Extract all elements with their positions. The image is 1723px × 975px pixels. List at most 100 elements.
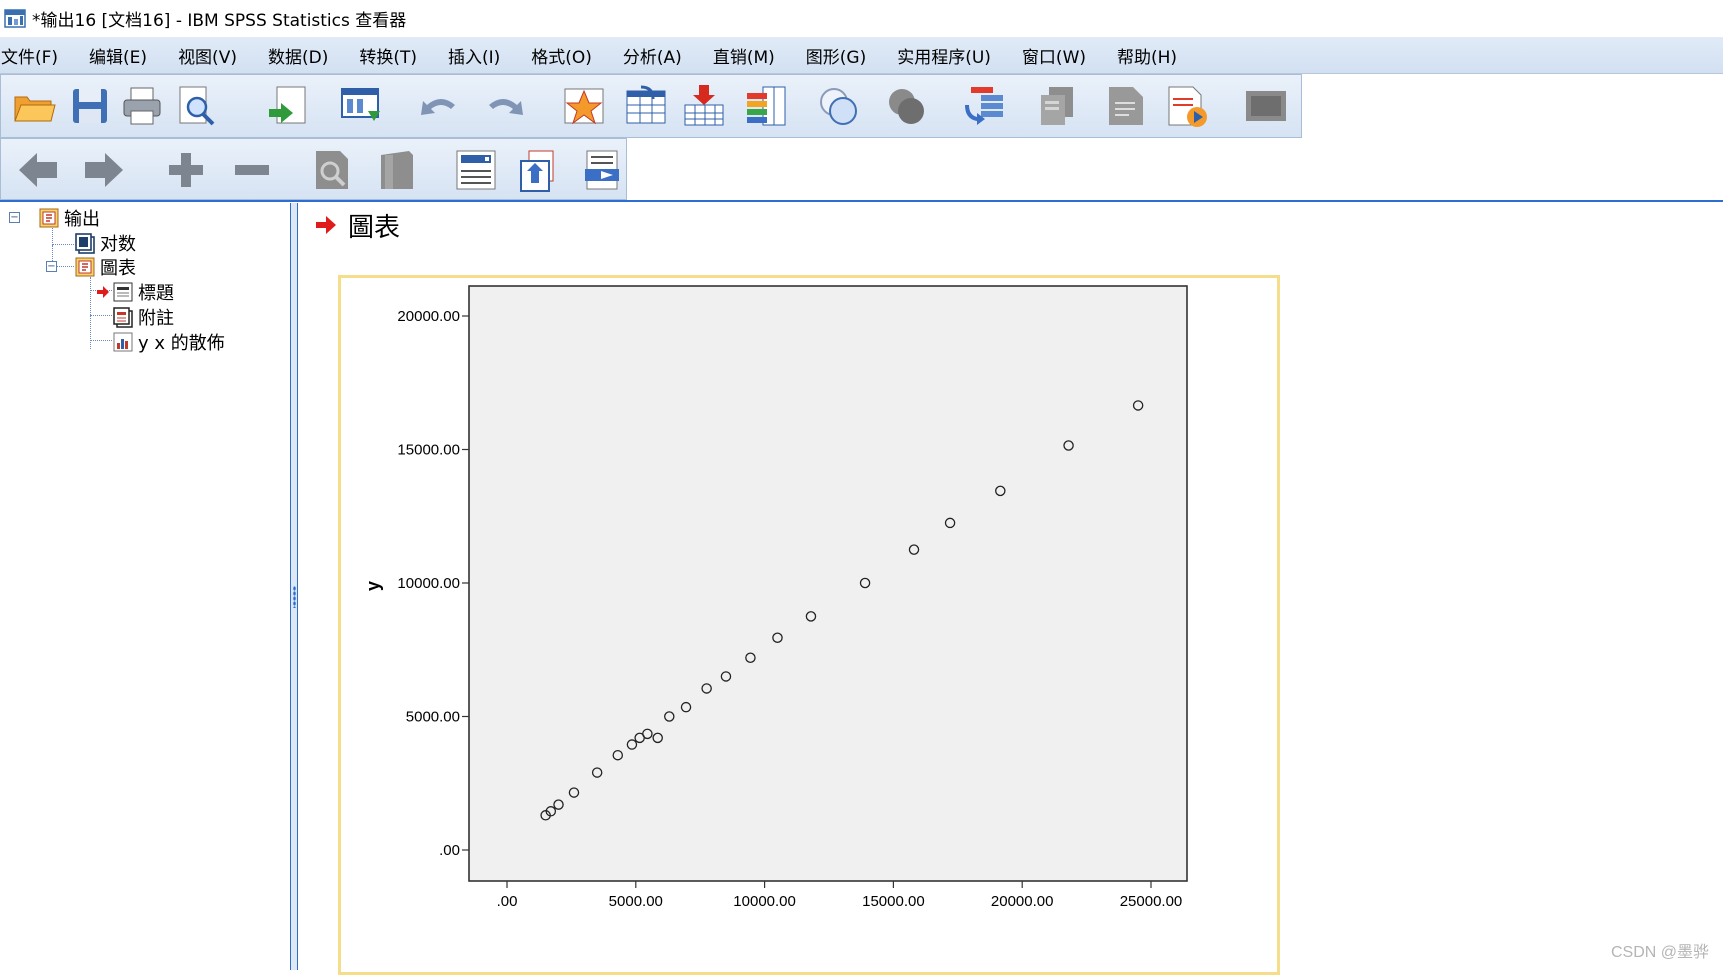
run-script-button[interactable] bbox=[1161, 81, 1211, 131]
back-button[interactable] bbox=[13, 145, 63, 195]
expand-plus-icon bbox=[169, 153, 203, 187]
print-button[interactable] bbox=[117, 81, 167, 131]
menu-view[interactable]: 视图(V) bbox=[177, 43, 253, 68]
menu-utilities[interactable]: 实用程序(U) bbox=[896, 43, 1007, 68]
print-preview-icon bbox=[179, 86, 215, 126]
y-tick-label: 20000.00 bbox=[397, 308, 460, 325]
show-button[interactable] bbox=[306, 145, 356, 195]
x-tick-label: 5000.00 bbox=[609, 893, 663, 910]
menu-help[interactable]: 帮助(H) bbox=[1116, 43, 1193, 68]
notes-icon bbox=[113, 307, 133, 328]
open-button[interactable] bbox=[9, 81, 59, 131]
y-tick-label: .00 bbox=[439, 842, 460, 859]
undo-button[interactable] bbox=[415, 81, 465, 131]
split-file-icon bbox=[820, 88, 857, 125]
tree-label-log: 对数 bbox=[100, 234, 136, 255]
goto-data-icon bbox=[564, 88, 604, 125]
weight-cases-button[interactable] bbox=[881, 81, 931, 131]
run-script-icon bbox=[1168, 86, 1207, 127]
goto-case-button[interactable] bbox=[621, 81, 671, 131]
menu-window[interactable]: 窗口(W) bbox=[1021, 43, 1102, 68]
undo-icon bbox=[421, 99, 455, 115]
recall-dialog-button[interactable] bbox=[336, 81, 386, 131]
variables-button[interactable] bbox=[741, 81, 791, 131]
menu-file[interactable]: 文件(F) bbox=[0, 43, 74, 68]
insert-cases-button[interactable] bbox=[679, 81, 729, 131]
menu-insert[interactable]: 插入(I) bbox=[447, 43, 516, 68]
tree-label-output: 输出 bbox=[64, 209, 100, 230]
print-icon bbox=[123, 87, 161, 125]
tree-label-title: 標題 bbox=[138, 283, 174, 304]
toolbar-separator bbox=[0, 200, 1723, 202]
open-folder-icon bbox=[14, 96, 56, 122]
log-icon bbox=[75, 233, 95, 254]
insert-text-icon bbox=[1109, 87, 1143, 125]
goto-data-button[interactable] bbox=[559, 81, 609, 131]
y-tick-label: 15000.00 bbox=[397, 442, 460, 459]
tree-label-notes: 附註 bbox=[138, 308, 174, 329]
outline-toolbar bbox=[0, 138, 627, 200]
y-axis-title: y bbox=[363, 581, 383, 591]
x-tick-label: .00 bbox=[497, 893, 518, 910]
insert-title-button[interactable] bbox=[515, 145, 565, 195]
collapse-toggle-graph[interactable]: − bbox=[46, 261, 57, 272]
x-tick-label: 10000.00 bbox=[733, 893, 796, 910]
title-bar: *输出16 [文档16] - IBM SPSS Statistics 查看器 bbox=[0, 0, 1723, 36]
insert-page-break-icon bbox=[585, 150, 619, 190]
tree-node-graph[interactable]: 圖表 bbox=[74, 255, 136, 279]
select-cases-button[interactable] bbox=[957, 81, 1007, 131]
menu-analyze[interactable]: 分析(A) bbox=[622, 43, 698, 68]
save-button[interactable] bbox=[65, 81, 115, 131]
weight-cases-icon bbox=[889, 89, 924, 124]
show-all-icon bbox=[1246, 91, 1286, 121]
show-all-button[interactable] bbox=[1241, 81, 1291, 131]
collapse-minus-icon bbox=[235, 165, 269, 175]
outline-pane[interactable]: − 输出 对数 − 圖表 標題 附註 y x 的散佈 bbox=[0, 203, 290, 970]
menu-direct-marketing[interactable]: 直销(M) bbox=[712, 43, 791, 68]
split-file-button[interactable] bbox=[813, 81, 863, 131]
spss-app-icon bbox=[4, 9, 26, 28]
collapse-button[interactable] bbox=[227, 145, 277, 195]
x-tick-label: 25000.00 bbox=[1120, 893, 1183, 910]
y-tick-label: 5000.00 bbox=[406, 709, 460, 726]
tree-node-output[interactable]: 输出 bbox=[38, 206, 100, 230]
tree-node-notes[interactable]: 附註 bbox=[112, 305, 174, 329]
menu-graphs[interactable]: 图形(G) bbox=[805, 43, 882, 68]
hide-button[interactable] bbox=[371, 145, 421, 195]
redo-button[interactable] bbox=[479, 81, 529, 131]
pane-splitter[interactable] bbox=[290, 203, 298, 970]
scatter-plot-svg: .00 5000.00 10000.00 15000.00 20000.00 .00 500… bbox=[363, 285, 1188, 910]
forward-button[interactable] bbox=[79, 145, 129, 195]
forward-arrow-icon bbox=[85, 153, 123, 187]
insert-cases-icon bbox=[684, 85, 724, 126]
window-title: *输出16 [文档16] - IBM SPSS Statistics 查看器 bbox=[32, 10, 407, 31]
insert-page-break-button[interactable] bbox=[577, 145, 627, 195]
menu-data[interactable]: 数据(D) bbox=[267, 43, 344, 68]
insert-heading-button[interactable] bbox=[451, 145, 501, 195]
export-button[interactable] bbox=[263, 81, 313, 131]
recall-dialog-icon bbox=[341, 88, 380, 121]
print-preview-button[interactable] bbox=[171, 81, 221, 131]
menu-transform[interactable]: 转换(T) bbox=[358, 43, 433, 68]
tree-node-scatter[interactable]: y x 的散佈 bbox=[112, 330, 225, 354]
expand-button[interactable] bbox=[161, 145, 211, 195]
menu-format[interactable]: 格式(O) bbox=[530, 43, 608, 68]
goto-case-icon bbox=[626, 85, 666, 124]
designate-window-button[interactable] bbox=[1033, 81, 1083, 131]
redo-icon bbox=[489, 99, 523, 115]
splitter-grip-icon bbox=[293, 586, 296, 608]
menu-edit[interactable]: 编辑(E) bbox=[88, 43, 163, 68]
collapse-toggle-output[interactable]: − bbox=[9, 212, 20, 223]
insert-text-button[interactable] bbox=[1101, 81, 1151, 131]
graph-book-icon bbox=[75, 257, 95, 277]
title-icon bbox=[113, 282, 133, 302]
x-tick-label: 15000.00 bbox=[862, 893, 925, 910]
tree-node-log[interactable]: 对数 bbox=[74, 231, 136, 255]
chart-icon bbox=[113, 332, 133, 352]
viewer-content-pane[interactable]: 圖表 .00 5000.00 10000.00 15000.00 20000.00.00… bbox=[298, 203, 1723, 975]
back-arrow-icon bbox=[19, 153, 57, 187]
tree-label-graph: 圖表 bbox=[100, 258, 136, 279]
tree-node-title[interactable]: 標題 bbox=[96, 280, 174, 304]
hide-icon bbox=[381, 151, 413, 189]
scatter-chart[interactable]: .00 5000.00 10000.00 15000.00 20000.00 .00 500… bbox=[338, 275, 1280, 975]
